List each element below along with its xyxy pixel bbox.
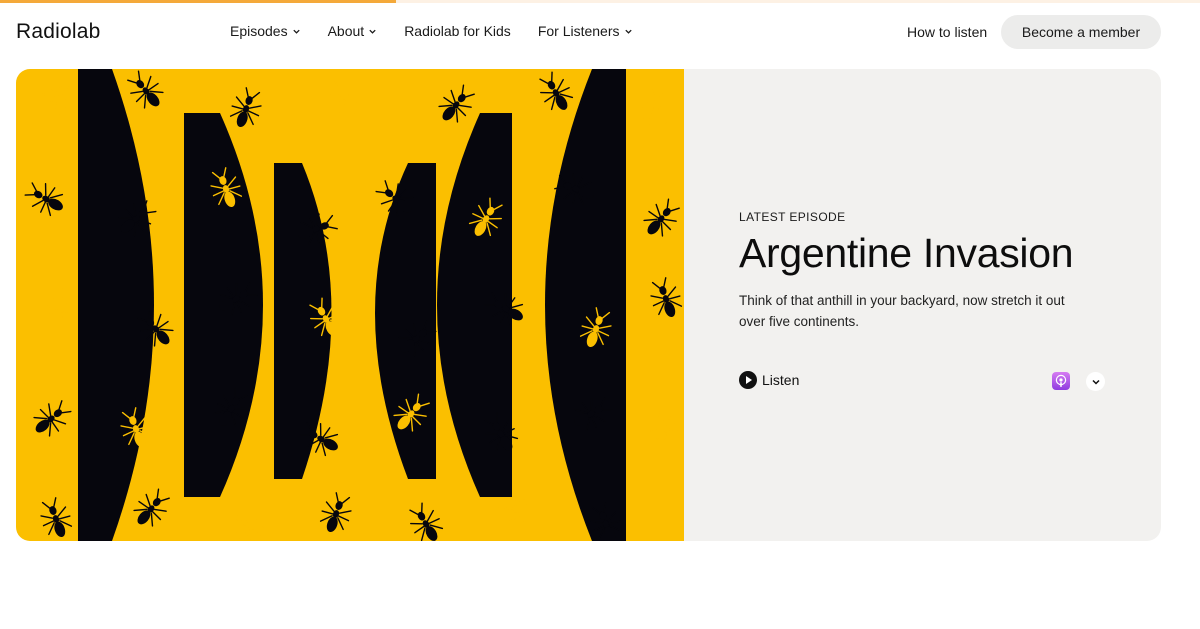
chevron-down-icon (624, 29, 632, 34)
latest-episode-label: LATEST EPISODE (739, 210, 846, 224)
main-nav: Episodes About Radiolab for Kids For Lis… (230, 23, 633, 39)
latest-episode-hero: LATEST EPISODE Argentine Invasion Think … (16, 69, 1161, 541)
listen-button[interactable]: Listen (739, 371, 799, 389)
nav-listeners-label: For Listeners (537, 23, 620, 39)
nav-episodes-label: Episodes (230, 23, 288, 39)
nav-episodes[interactable]: Episodes (230, 23, 301, 39)
chevron-down-icon (292, 29, 300, 34)
episode-title[interactable]: Argentine Invasion (739, 230, 1119, 277)
episode-description: Think of that anthill in your backyard, … (739, 293, 1065, 329)
nav-about[interactable]: About (328, 23, 378, 39)
play-icon (739, 371, 757, 389)
nav-about-label: About (327, 23, 365, 39)
nav-radiolab-for-kids[interactable]: Radiolab for Kids (404, 23, 511, 39)
chevron-down-icon (369, 29, 376, 34)
nav-for-listeners[interactable]: For Listeners (538, 23, 633, 39)
chevron-down-icon (1091, 379, 1100, 385)
apple-podcasts-icon[interactable] (1052, 372, 1070, 390)
site-header: Radiolab Episodes About Radiolab for Kid… (0, 14, 1200, 50)
reading-progress-fill (0, 0, 396, 3)
episode-actions: Listen (739, 371, 1105, 395)
episode-artwork[interactable] (16, 69, 684, 541)
listen-label: Listen (762, 372, 800, 388)
how-to-listen-link[interactable]: How to listen (907, 24, 987, 40)
nav-kids-label: Radiolab for Kids (404, 23, 511, 39)
hero-copy: LATEST EPISODE Argentine Invasion Think … (739, 210, 1119, 332)
site-logo[interactable]: Radiolab (16, 20, 101, 44)
become-member-button[interactable]: Become a member (1001, 15, 1161, 49)
reading-progress-track (0, 0, 1200, 3)
more-options-button[interactable] (1086, 372, 1105, 391)
